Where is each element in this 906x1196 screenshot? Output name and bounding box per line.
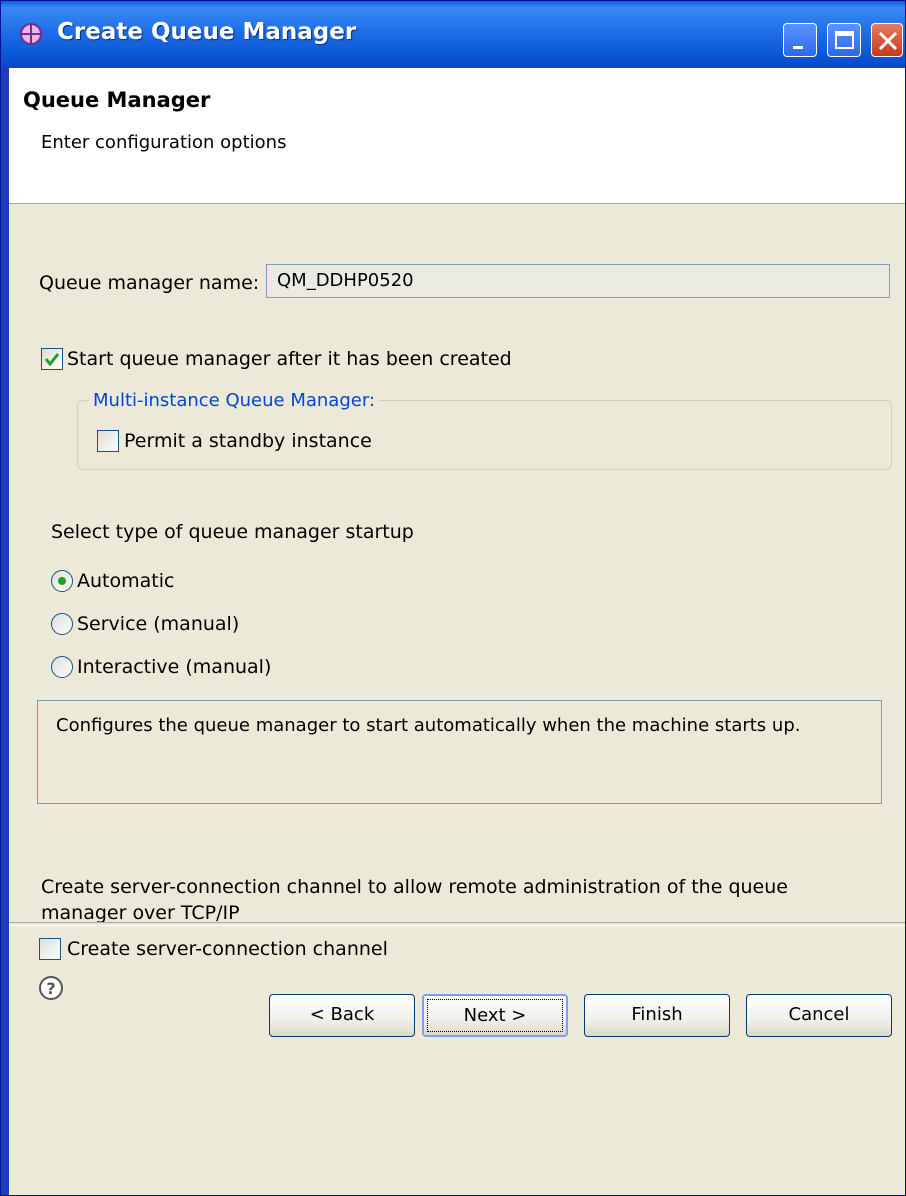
window-title: Create Queue Manager [57,19,357,45]
title-bar[interactable]: Create Queue Manager [1,1,905,68]
cancel-button[interactable]: Cancel [746,994,892,1037]
server-conn-description-line1: Create server-connection channel to allo… [41,876,788,898]
checkmark-icon [44,353,60,367]
multi-instance-group-label: Multi-instance Queue Manager: [89,390,379,411]
app-icon [20,23,42,45]
server-conn-description-line2: manager over TCP/IP [41,902,240,924]
radio-interactive-manual-label[interactable]: Interactive (manual) [77,656,271,678]
page-title: Queue Manager [23,88,211,112]
left-window-border [1,68,9,1195]
next-button-label: Next > [463,1005,527,1026]
queue-manager-name-field[interactable]: QM_DDHP0520 [266,264,890,298]
permit-standby-checkbox[interactable] [97,430,119,452]
wizard-header: Queue Manager Enter configuration option… [9,68,905,204]
close-icon [878,31,898,51]
start-after-created-checkbox[interactable] [41,348,63,370]
back-button-label: < Back [309,1004,375,1025]
queue-manager-name-label: Queue manager name: [39,272,260,294]
page-subtitle: Enter configuration options [41,132,287,153]
startup-type-label: Select type of queue manager startup [51,521,414,543]
create-server-conn-label[interactable]: Create server-connection channel [67,938,388,960]
cancel-button-label: Cancel [788,1004,850,1025]
radio-service-manual-label[interactable]: Service (manual) [77,613,239,635]
maximize-button[interactable] [827,23,861,57]
footer-separator [9,922,905,926]
permit-standby-label[interactable]: Permit a standby instance [124,430,372,452]
back-button[interactable]: < Back [269,994,415,1037]
svg-text:?: ? [46,979,55,998]
minimize-button[interactable] [783,23,817,57]
finish-button[interactable]: Finish [584,994,730,1037]
finish-button-label: Finish [631,1004,683,1025]
help-icon[interactable]: ? [37,974,65,1002]
radio-automatic-label[interactable]: Automatic [77,570,174,592]
minimize-icon [793,46,803,49]
radio-selected-dot [58,577,66,585]
create-server-conn-checkbox[interactable] [39,938,61,960]
radio-interactive-manual[interactable] [51,656,73,678]
wizard-body: Queue manager name: QM_DDHP0520 Start qu… [9,204,905,1195]
create-queue-manager-window: Create Queue Manager Queue Manager Enter… [0,0,906,1196]
maximize-icon [835,31,854,49]
radio-service-manual[interactable] [51,613,73,635]
startup-description-box: Configures the queue manager to start au… [37,700,882,804]
start-after-created-label[interactable]: Start queue manager after it has been cr… [67,348,512,370]
radio-automatic[interactable] [51,570,73,592]
close-button[interactable] [871,23,903,57]
next-button[interactable]: Next > [422,994,568,1037]
